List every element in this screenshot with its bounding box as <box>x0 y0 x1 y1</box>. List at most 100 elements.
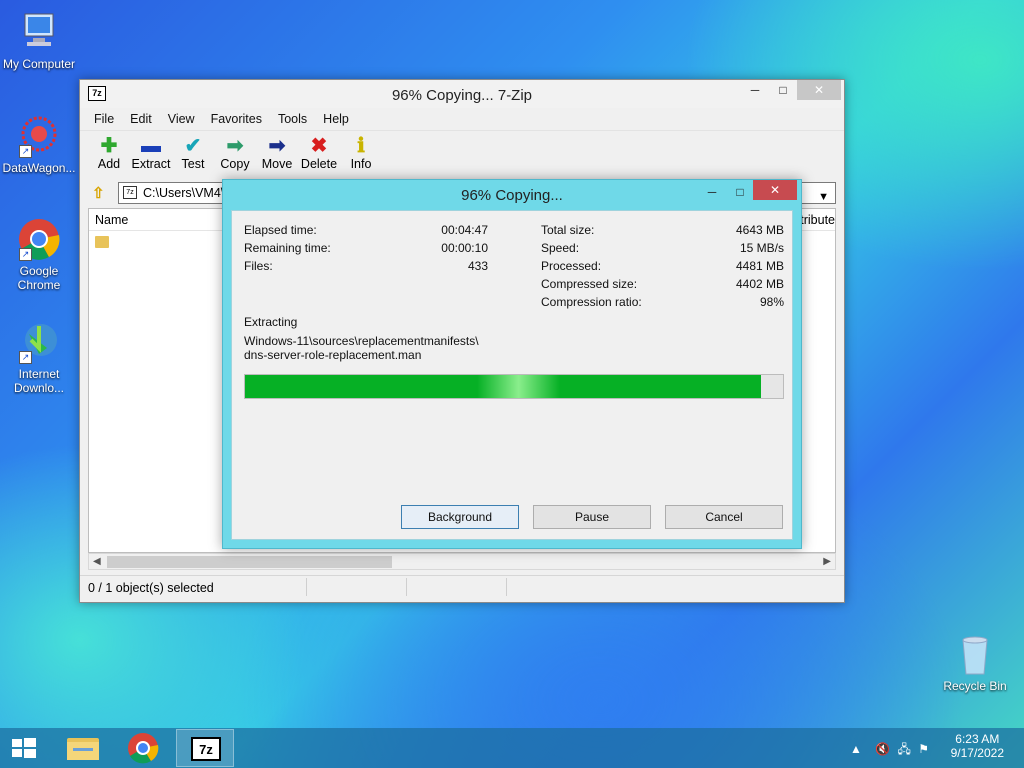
chrome-icon: ↗ <box>17 217 61 261</box>
desktop-icon-recycle-bin[interactable]: Recycle Bin <box>936 632 1014 693</box>
scroll-left-arrow[interactable]: ◀ <box>93 554 101 569</box>
progress-bar <box>244 374 784 399</box>
stat-label: Compressed size: <box>541 277 638 291</box>
dialog-maximize-button[interactable]: □ <box>727 182 753 202</box>
svg-text:7z: 7z <box>199 742 213 757</box>
current-path-line2: dns-server-role-replacement.man <box>244 348 422 362</box>
status-divider <box>306 578 307 596</box>
info-button[interactable]: ℹ Info <box>340 131 382 180</box>
desktop-icon-internet-download-manager[interactable]: ↗ Internet Downlo... <box>0 320 78 395</box>
menu-bar: File Edit View Favorites Tools Help <box>80 108 844 130</box>
stat-value: 98% <box>759 295 784 309</box>
chrome-icon <box>128 733 159 764</box>
shortcut-arrow-icon: ↗ <box>19 351 32 364</box>
stat-label: Remaining time: <box>244 241 331 255</box>
add-button[interactable]: ✚ Add <box>88 131 130 180</box>
internet-download-manager-icon: ↗ <box>17 320 61 364</box>
clock[interactable]: 6:23 AM 9/17/2022 <box>951 732 1004 760</box>
stat-label: Processed: <box>541 259 602 273</box>
taskbar-file-explorer[interactable] <box>54 729 112 767</box>
pause-button[interactable]: Pause <box>533 505 651 529</box>
close-button[interactable]: ✕ <box>797 80 841 100</box>
delete-button[interactable]: ✖ Delete <box>298 131 340 180</box>
datawagon-icon: ↗ <box>17 114 61 158</box>
stat-value: 4643 MB <box>735 223 784 237</box>
stat-value: 4481 MB <box>735 259 784 273</box>
scroll-thumb[interactable] <box>107 556 392 568</box>
desktop-icon-google-chrome[interactable]: ↗ Google Chrome <box>0 217 78 292</box>
action-center-flag-icon[interactable]: ⚑ <box>918 742 929 756</box>
stat-label: Speed: <box>541 241 580 255</box>
taskbar-7zip[interactable]: 7z <box>176 729 234 767</box>
plus-icon: ✚ <box>100 135 118 157</box>
scroll-right-arrow[interactable]: ▶ <box>823 554 831 569</box>
tray-icons: ▲ 🔇 🖧 ⚑ <box>850 740 929 761</box>
horizontal-scrollbar[interactable]: ◀ ▶ <box>88 553 836 570</box>
move-arrow-icon: ➡ <box>268 135 286 157</box>
maximize-button[interactable]: □ <box>770 80 796 100</box>
current-path-line1: Windows-11\sources\replacementmanifests\ <box>244 334 479 348</box>
folder-icon[interactable] <box>95 236 109 248</box>
column-name-header[interactable]: Name <box>95 213 128 227</box>
up-folder-button[interactable]: ⇧ <box>92 184 110 202</box>
copy-arrow-icon: ➡ <box>226 135 244 157</box>
extract-button[interactable]: ▬ Extract <box>130 131 172 180</box>
toolbar: ✚ Add ▬ Extract ✔ Test ➡ Copy ➡ Move ✖ Delete … <box>80 130 844 180</box>
desktop-icon-label: DataWagon... <box>2 161 76 175</box>
stat-value: 00:04:47 <box>441 223 488 237</box>
network-icon[interactable]: 🖧 <box>898 742 911 756</box>
desktop-icon-label: My Computer <box>2 57 76 71</box>
shortcut-arrow-icon: ↗ <box>19 248 32 261</box>
stat-label: Elapsed time: <box>244 223 317 237</box>
stat-value: 433 <box>467 259 488 273</box>
move-button[interactable]: ➡ Move <box>256 131 298 180</box>
chevron-down-icon[interactable]: ▼ <box>818 187 829 207</box>
status-text: 0 / 1 object(s) selected <box>88 581 214 595</box>
minimize-button[interactable]: ─ <box>742 80 768 100</box>
menu-file[interactable]: File <box>86 112 122 126</box>
clock-date: 9/17/2022 <box>950 746 1004 760</box>
menu-tools[interactable]: Tools <box>270 112 315 126</box>
menu-edit[interactable]: Edit <box>122 112 160 126</box>
menu-view[interactable]: View <box>160 112 203 126</box>
volume-muted-icon[interactable]: 🔇 <box>875 742 890 756</box>
column-attributes-header[interactable]: ttribute <box>797 213 835 227</box>
desktop-icon-label: Google Chrome <box>17 264 61 292</box>
start-button[interactable] <box>0 729 48 767</box>
check-icon: ✔ <box>184 135 202 157</box>
stat-label: Total size: <box>541 223 595 237</box>
dialog-close-button[interactable]: ✕ <box>753 180 797 200</box>
progress-fill <box>245 375 762 398</box>
menu-favorites[interactable]: Favorites <box>203 112 270 126</box>
desktop-icon-label: Recycle Bin <box>943 679 1007 693</box>
7zip-app-icon: 7z <box>191 737 221 761</box>
info-icon: ℹ <box>357 135 365 157</box>
dialog-minimize-button[interactable]: ─ <box>699 182 725 202</box>
test-button[interactable]: ✔ Test <box>172 131 214 180</box>
recycle-bin-icon <box>953 632 997 676</box>
main-titlebar[interactable]: 7z 96% Copying... 7-Zip ─ □ ✕ <box>80 80 844 108</box>
minus-icon: ▬ <box>141 135 161 157</box>
copy-button[interactable]: ➡ Copy <box>214 131 256 180</box>
background-button[interactable]: Background <box>401 505 519 529</box>
desktop-icon-my-computer[interactable]: My Computer <box>0 10 78 71</box>
stat-label: Compression ratio: <box>541 295 642 309</box>
copy-progress-dialog: 96% Copying... ─ □ ✕ Elapsed time: 00:04… <box>222 179 802 549</box>
desktop-icon-label: Internet Downlo... <box>13 367 65 395</box>
archive-icon: 7z <box>123 186 137 199</box>
show-hidden-icons-icon[interactable]: ▲ <box>850 742 862 756</box>
status-divider <box>506 578 507 596</box>
taskbar: 7z ▲ 🔇 🖧 ⚑ 6:23 AM 9/17/2022 <box>0 728 1024 768</box>
desktop-icon-datawagon[interactable]: ↗ DataWagon... <box>0 114 78 175</box>
computer-icon <box>17 10 61 54</box>
taskbar-chrome[interactable] <box>114 729 172 767</box>
folder-icon <box>67 738 99 760</box>
menu-help[interactable]: Help <box>315 112 357 126</box>
cancel-button[interactable]: Cancel <box>665 505 783 529</box>
delete-x-icon: ✖ <box>310 135 328 157</box>
address-text: C:\Users\VM4\ <box>143 186 225 200</box>
status-divider <box>406 578 407 596</box>
stat-value: 00:00:10 <box>441 241 488 255</box>
operation-label: Extracting <box>244 315 298 329</box>
windows-logo-icon <box>12 738 36 758</box>
